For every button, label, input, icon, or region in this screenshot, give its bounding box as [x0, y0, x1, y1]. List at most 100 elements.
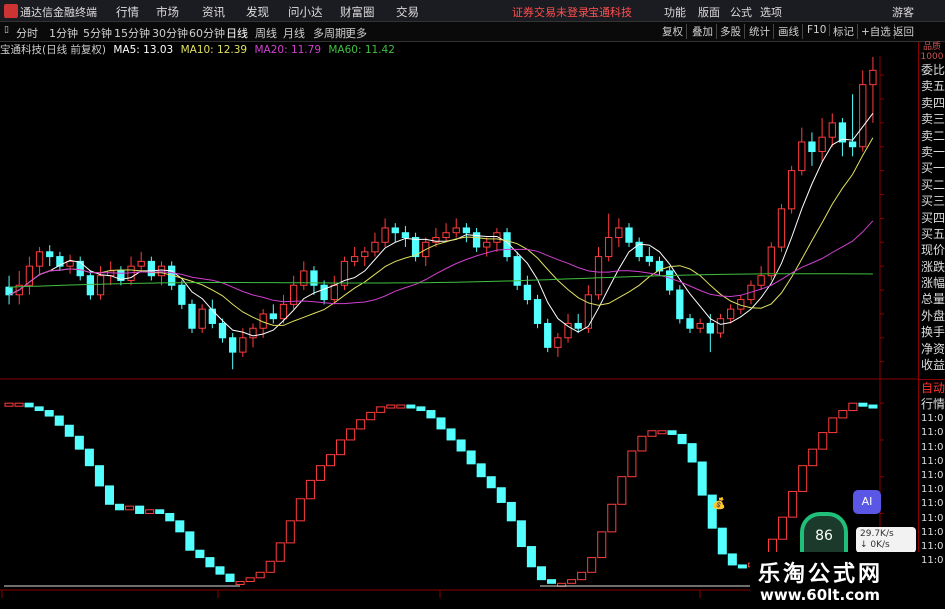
candle-body	[533, 299, 542, 324]
menu-function[interactable]: 功能	[664, 4, 686, 20]
overlay-button[interactable]: 叠加	[692, 24, 717, 39]
side-time: 11:0	[921, 441, 944, 453]
period-tab[interactable]: 30分钟	[152, 25, 188, 41]
indicator-bar	[215, 566, 225, 575]
period-tab[interactable]: 分时	[16, 25, 38, 41]
indicator-bar	[245, 577, 255, 582]
watchlist-button[interactable]: +自选	[861, 24, 895, 39]
chart-area[interactable]: 💰	[0, 42, 918, 609]
indicator-bar	[4, 402, 14, 407]
indicator-bar	[104, 485, 115, 505]
candle-body	[869, 69, 877, 86]
candle-body	[605, 236, 613, 258]
indicator-bar	[125, 505, 135, 511]
indicator-bar	[165, 512, 175, 522]
candle-body	[381, 227, 389, 243]
candle-body	[544, 322, 552, 348]
indicator-bar	[647, 430, 657, 437]
candle-body	[279, 303, 288, 320]
indicator-bar	[34, 406, 44, 412]
candle-body	[554, 337, 562, 348]
candle-body	[401, 232, 410, 238]
more-tab[interactable]: 更多	[345, 25, 367, 41]
adjust-button[interactable]: 复权	[662, 24, 687, 39]
period-tab-active[interactable]: 日线	[226, 25, 248, 41]
period-tab[interactable]: 多周期	[313, 25, 346, 41]
indicator-bar	[697, 461, 707, 496]
indicator-bar	[828, 417, 838, 434]
side-time: 11:0	[921, 413, 944, 425]
period-tab[interactable]: 15分钟	[114, 25, 150, 41]
indicator-bar	[496, 487, 506, 503]
candle-body	[767, 246, 775, 277]
period-tab[interactable]: 5分钟	[83, 25, 112, 41]
period-tab[interactable]: 60分钟	[189, 25, 225, 41]
side-time: 11:0	[921, 540, 944, 552]
login-warning[interactable]: 证券交易未登录	[512, 4, 589, 20]
indicator-bar	[225, 573, 235, 582]
candle-body	[46, 251, 54, 258]
mark-button[interactable]: 标记	[833, 24, 858, 39]
side-field: 买三	[921, 194, 945, 209]
side-auto[interactable]: 自动	[919, 379, 945, 395]
multi-stock-button[interactable]: 多股	[720, 24, 745, 39]
app-title: 通达信金融终端	[20, 6, 97, 19]
side-field: 净资	[921, 341, 945, 356]
ai-button[interactable]: AI	[853, 490, 881, 514]
menu-ask[interactable]: 问小达	[288, 4, 323, 20]
indicator-bar	[285, 520, 295, 544]
menu-discover[interactable]: 发现	[246, 4, 269, 20]
indicator-bar	[366, 411, 376, 421]
indicator-bar	[396, 404, 406, 409]
indicator-bar	[235, 580, 245, 585]
candle-body	[269, 313, 277, 320]
menu-market[interactable]: 市场	[156, 4, 179, 20]
menu-options[interactable]: 选项	[760, 4, 782, 20]
side-time: 11:0	[921, 469, 944, 481]
guest-label[interactable]: 游客	[892, 4, 914, 20]
side-field: 涨跌	[921, 259, 945, 274]
back-button[interactable]: 返回	[893, 24, 917, 39]
candle-body	[615, 227, 623, 238]
f10-button[interactable]: F10	[807, 24, 831, 36]
period-tab[interactable]: 1分钟	[49, 25, 78, 41]
stats-button[interactable]: 统计	[749, 24, 774, 39]
menu-toggle-icon[interactable]: ▯	[4, 25, 9, 35]
period-tab[interactable]: 周线	[255, 25, 277, 41]
stock-tab[interactable]: 宝通科技	[588, 4, 632, 20]
indicator-bar	[24, 402, 34, 408]
candle-body	[208, 308, 216, 324]
candle-body	[462, 227, 471, 234]
side-top-label: 品质 1000	[920, 42, 944, 62]
side-field: 卖五	[921, 79, 945, 94]
candle-body	[706, 322, 714, 334]
candle-body	[361, 251, 369, 258]
indicator-bar	[185, 531, 195, 551]
candle-body	[137, 260, 145, 267]
menu-wealth-circle[interactable]: 财富圈	[340, 4, 375, 20]
menu-news[interactable]: 资讯	[202, 4, 225, 20]
menu-formula[interactable]: 公式	[730, 4, 752, 20]
side-market[interactable]: 行情	[919, 396, 945, 412]
indicator-bar	[607, 503, 617, 533]
candle-body	[625, 227, 633, 243]
draw-button[interactable]: 画线	[778, 24, 803, 39]
indicator-bar	[265, 560, 275, 573]
side-field: 卖二	[921, 128, 945, 143]
watermark-url: www.60lt.com	[760, 586, 881, 604]
candle-body	[66, 260, 74, 267]
menu-market-quotes[interactable]: 行情	[116, 4, 139, 20]
menu-layout[interactable]: 版面	[698, 4, 720, 20]
indicator-bar	[536, 566, 546, 581]
candle-body	[818, 136, 826, 153]
candle-body	[483, 241, 491, 248]
watermark: 乐淘公式网 www.60lt.com	[750, 552, 920, 609]
ma10-line	[8, 137, 874, 326]
candle-body	[96, 275, 105, 296]
period-tab[interactable]: 月线	[283, 25, 305, 41]
indicator-bar	[376, 406, 386, 413]
indicator-bar	[325, 454, 336, 467]
candle-body	[848, 141, 857, 148]
menu-trade[interactable]: 交易	[396, 4, 419, 20]
side-field: 现价	[921, 243, 945, 258]
